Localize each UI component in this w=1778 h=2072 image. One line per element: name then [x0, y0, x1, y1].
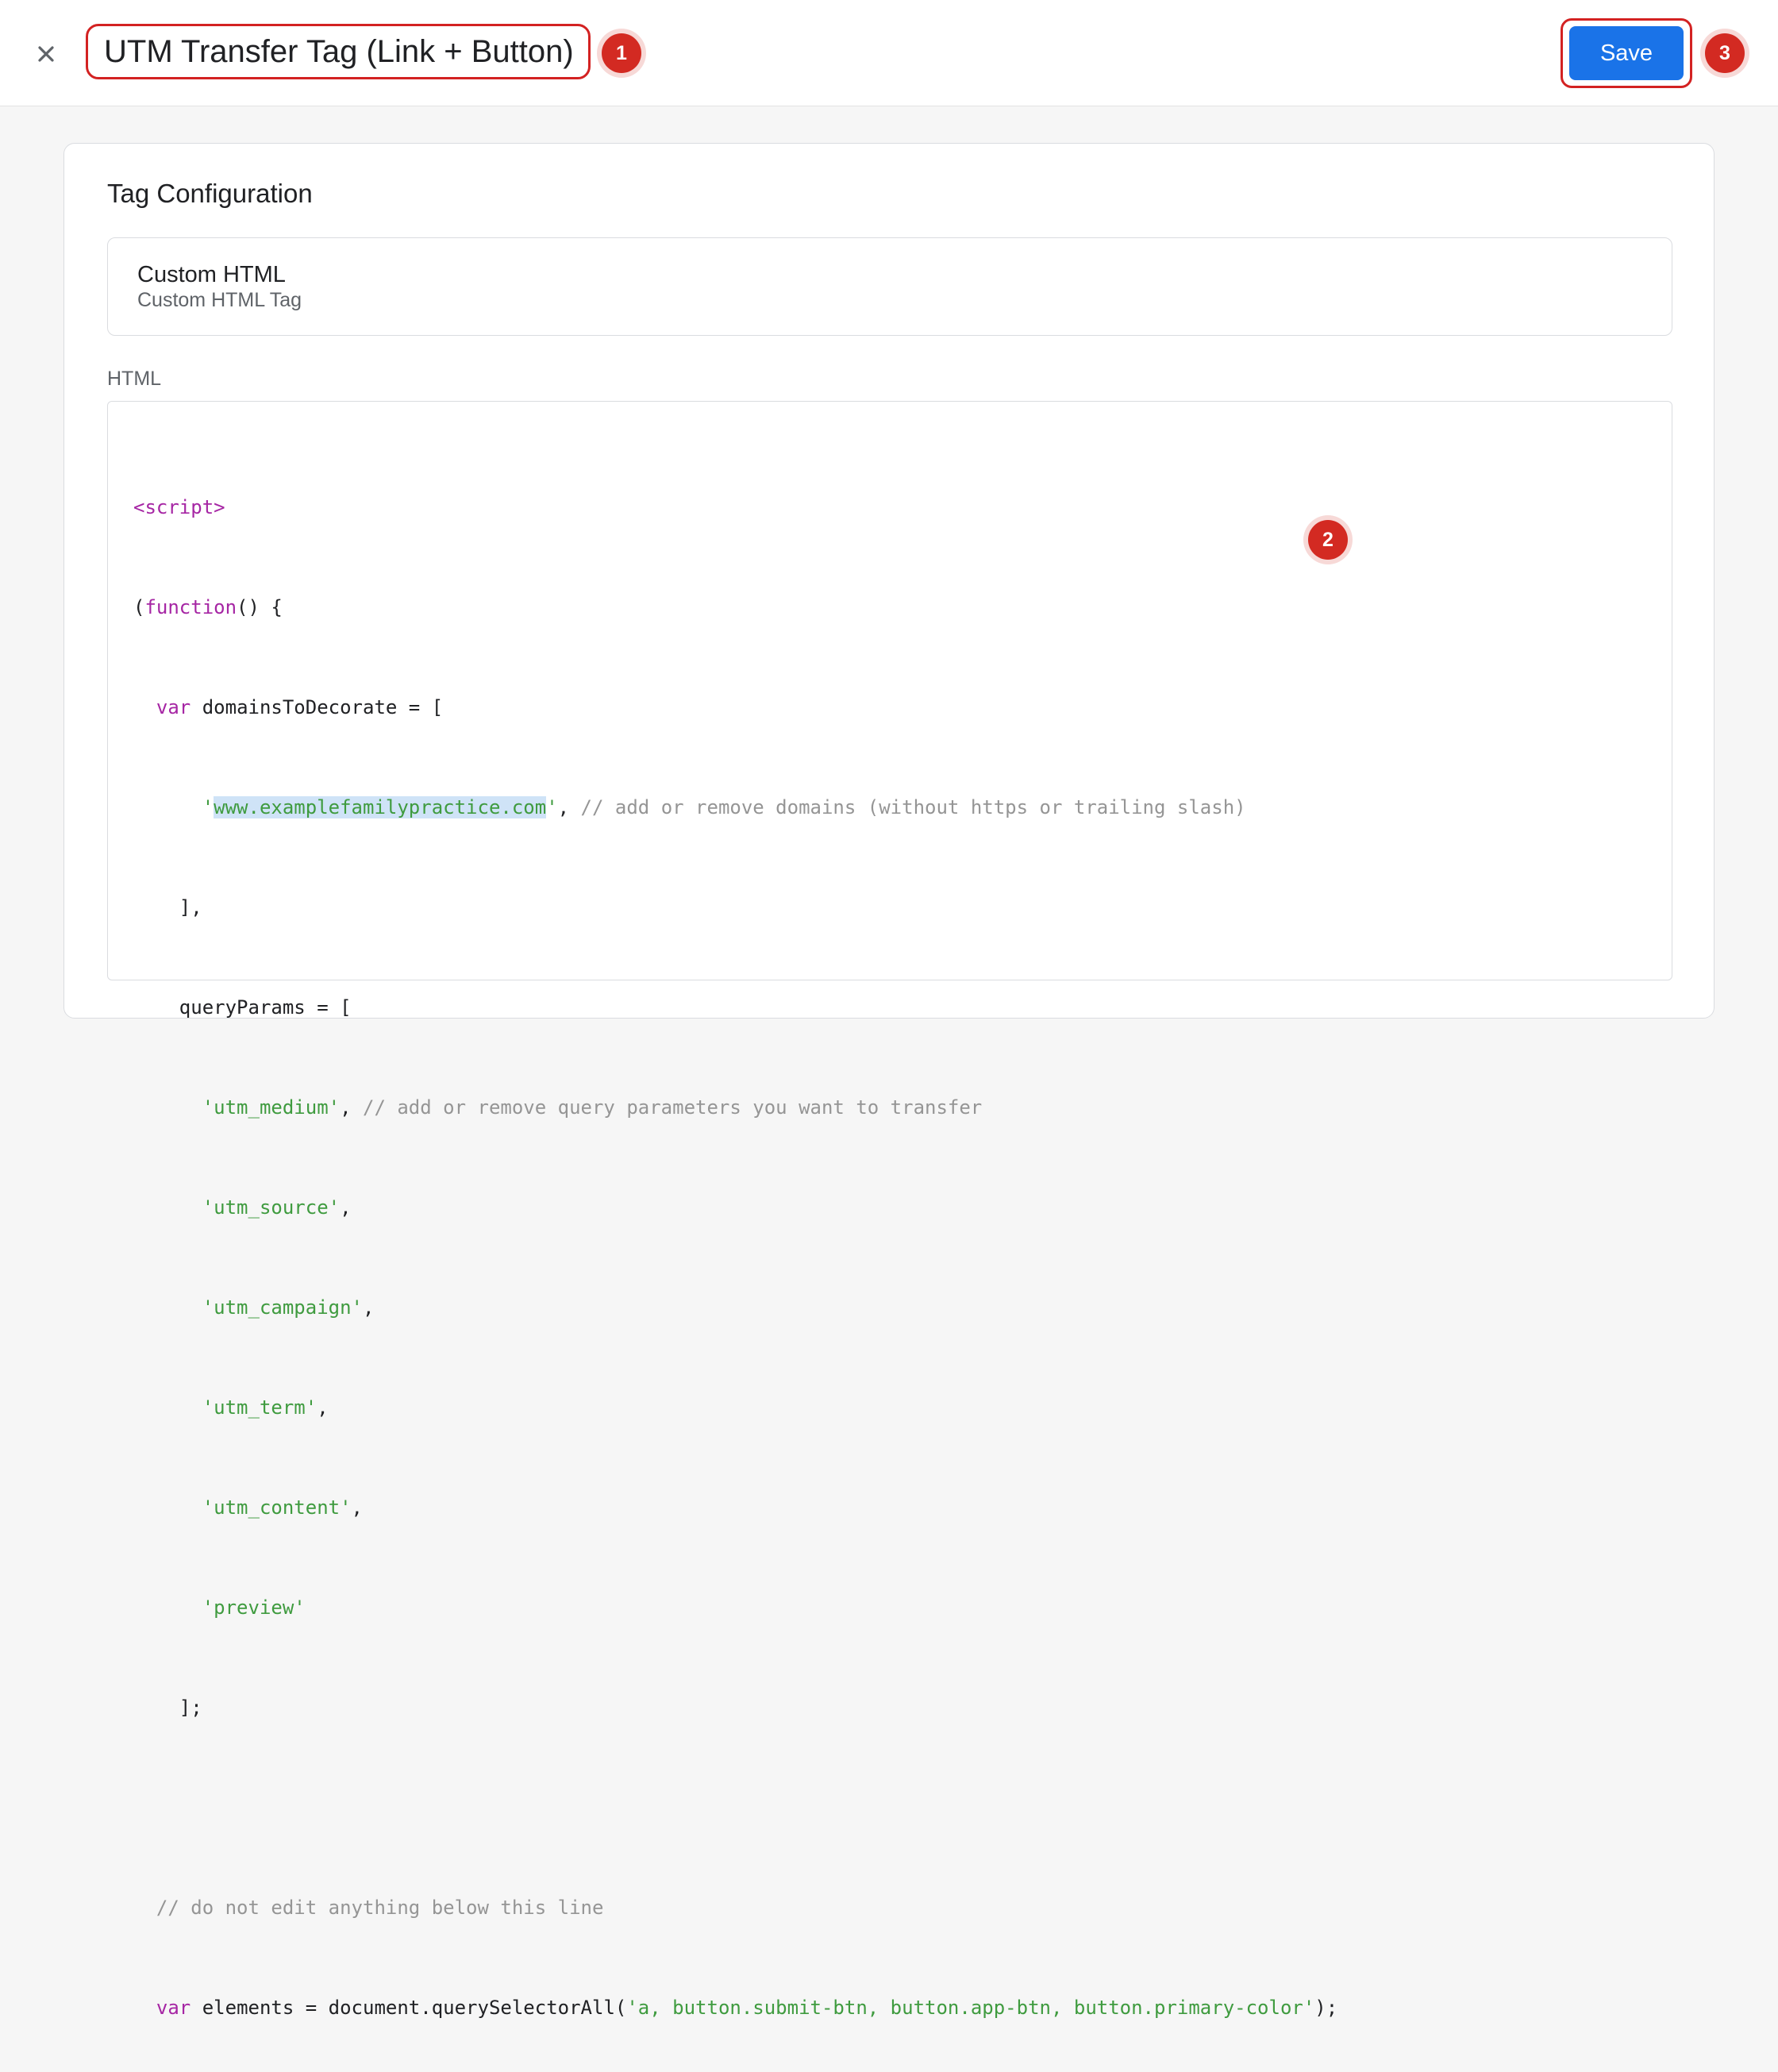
save-button-highlight: Save	[1561, 18, 1692, 88]
code-token: '	[202, 796, 214, 818]
code-line: <script>	[133, 491, 1337, 524]
tag-name-text: UTM Transfer Tag (Link + Button)	[104, 33, 574, 69]
code-line: ];	[133, 1691, 1337, 1724]
code-line: 'www.examplefamilypractice.com', // add …	[133, 791, 1337, 824]
code-token: ,	[351, 1496, 363, 1519]
code-line: 'utm_medium', // add or remove query par…	[133, 1091, 1337, 1124]
code-token: );	[1314, 1997, 1338, 2019]
code-token: function	[144, 596, 237, 618]
code-comment: // do not edit anything below this line	[156, 1897, 604, 1919]
annotation-badge-2: 2	[1308, 520, 1348, 560]
section-title: Tag Configuration	[107, 179, 313, 208]
code-token: elements = document.querySelectorAll(	[190, 1997, 627, 2019]
tag-type-selector[interactable]: Custom HTML Custom HTML Tag	[107, 237, 1672, 336]
highlighted-domain: www.examplefamilypractice.com	[214, 796, 547, 818]
code-token: var	[156, 1997, 191, 2019]
code-token: () {	[237, 596, 283, 618]
code-token: ,	[363, 1296, 375, 1319]
html-code-editor[interactable]: <script> (function() { var domainsToDeco…	[107, 401, 1672, 2019]
annotation-badge-1: 1	[602, 33, 641, 73]
code-token: ];	[133, 1696, 202, 1719]
tag-type-description: Custom HTML Tag	[137, 289, 302, 311]
code-string: 'utm_medium'	[202, 1096, 341, 1119]
code-line: // do not edit anything below this line	[133, 1891, 1337, 1924]
tag-configuration-card: Tag Configuration Custom HTML Custom HTM…	[64, 143, 1714, 2019]
code-token: ,	[340, 1096, 363, 1119]
code-token: ],	[133, 896, 202, 919]
code-token: <script>	[133, 496, 225, 518]
save-button[interactable]: Save	[1569, 26, 1684, 80]
code-line: var elements = document.querySelectorAll…	[133, 1991, 1337, 2024]
code-token: '	[546, 796, 558, 818]
tag-type-name: Custom HTML	[137, 262, 286, 287]
code-string: 'a, button.submit-btn, button.app-btn, b…	[626, 1997, 1315, 2019]
code-line: 'utm_campaign',	[133, 1291, 1337, 1324]
code-line: 'preview'	[133, 1591, 1337, 1624]
code-token: ,	[340, 1196, 352, 1219]
code-string: 'utm_source'	[202, 1196, 341, 1219]
code-line: (function() {	[133, 591, 1337, 624]
code-token: ,	[557, 796, 581, 818]
code-line: 'utm_source',	[133, 1191, 1337, 1224]
close-icon	[38, 46, 54, 62]
code-line: 'utm_content',	[133, 1491, 1337, 1524]
annotation-badge-3: 3	[1705, 33, 1745, 73]
code-token: queryParams = [	[133, 996, 352, 1019]
tag-name-field[interactable]: UTM Transfer Tag (Link + Button)	[86, 24, 591, 79]
code-line: queryParams = [	[133, 991, 1337, 1024]
code-line: ],	[133, 891, 1337, 924]
code-token: (	[133, 596, 145, 618]
code-string: 'utm_campaign'	[202, 1296, 363, 1319]
code-string: 'utm_content'	[202, 1496, 352, 1519]
code-comment: // add or remove query parameters you wa…	[363, 1096, 983, 1119]
close-button[interactable]	[29, 37, 64, 71]
code-string: 'utm_term'	[202, 1396, 318, 1419]
code-line: var domainsToDecorate = [	[133, 691, 1337, 724]
code-content: <script> (function() { var domainsToDeco…	[133, 424, 1337, 2072]
code-string: 'preview'	[202, 1596, 306, 1619]
code-line: 'utm_term',	[133, 1391, 1337, 1424]
code-token: var	[156, 696, 191, 718]
code-token: ,	[317, 1396, 329, 1419]
code-token: domainsToDecorate = [	[190, 696, 444, 718]
code-comment: // add or remove domains (without https …	[580, 796, 1246, 818]
html-field-label: HTML	[107, 368, 162, 390]
top-bar: UTM Transfer Tag (Link + Button) 1 Save …	[0, 0, 1778, 106]
